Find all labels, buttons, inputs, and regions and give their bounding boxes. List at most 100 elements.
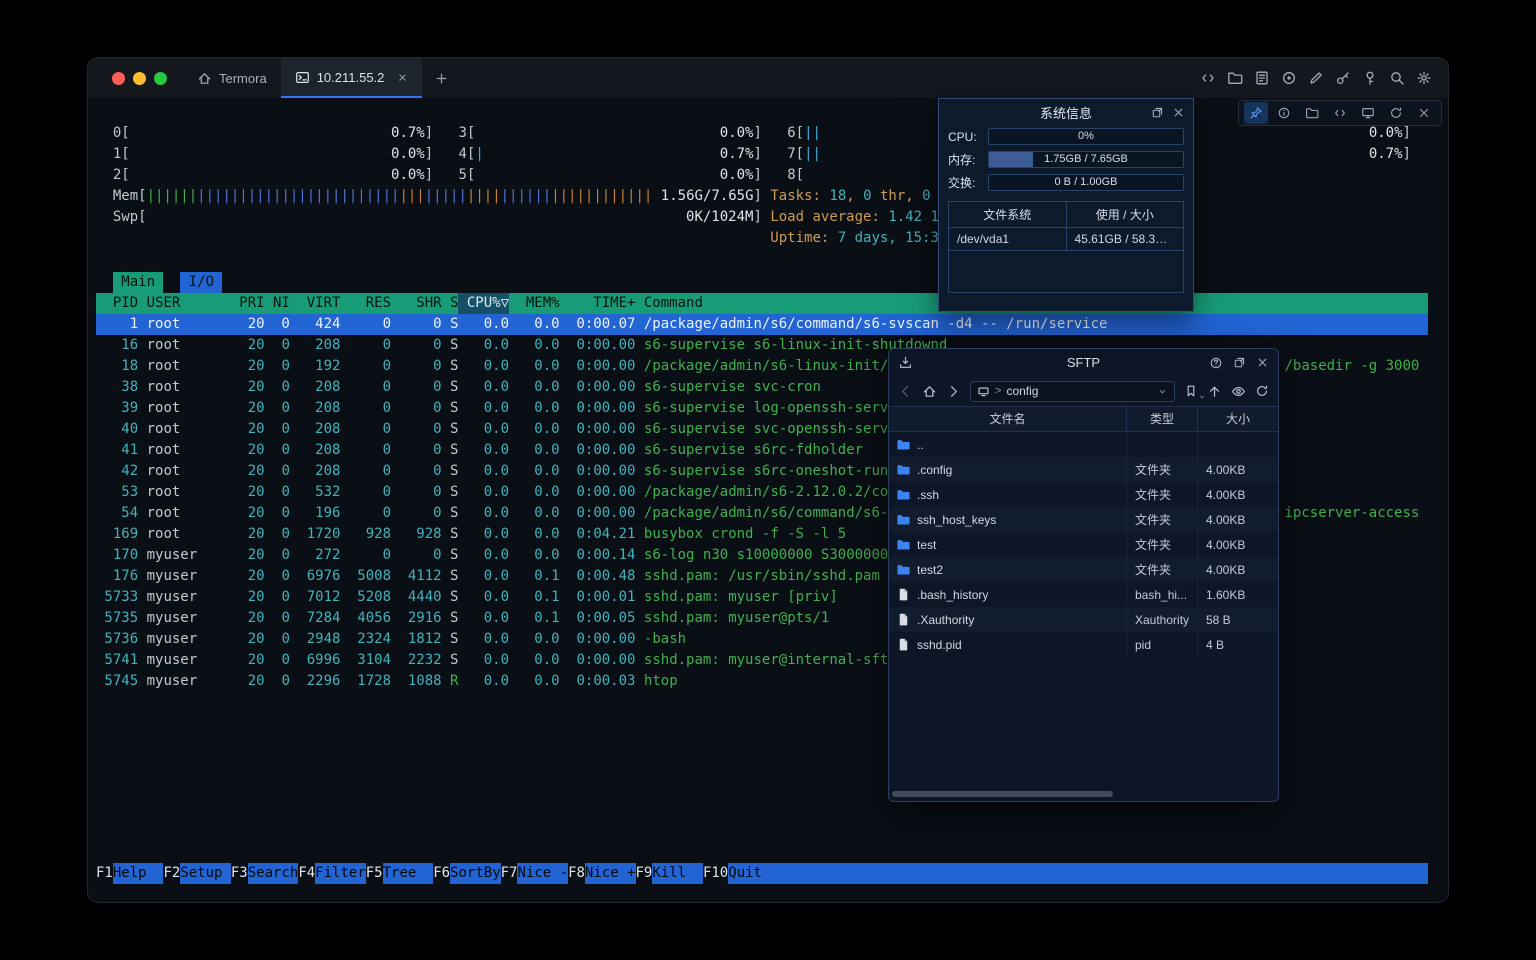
- process-row[interactable]: 5741 myuser 20 0 6996 3104 2232 S 0.0 0.…: [96, 650, 888, 671]
- sftp-row[interactable]: sshd.pidpid4 B: [889, 632, 1278, 657]
- process-row[interactable]: 38 root 20 0 208 0 0 S 0.0 0.0 0:00.00 s…: [96, 377, 821, 398]
- file-type-cell: 文件夹: [1126, 507, 1197, 532]
- file-name: sshd.pid: [917, 638, 962, 652]
- process-row[interactable]: 39 root 20 0 208 0 0 S 0.0 0.0 0:00.00 s…: [96, 398, 888, 419]
- file-list: ...config文件夹4.00KB.ssh文件夹4.00KBssh_host_…: [889, 432, 1278, 657]
- home-icon[interactable]: [922, 384, 937, 399]
- search-icon[interactable]: [1389, 70, 1405, 86]
- swap-meter-line: Swp[ 0K/1024M] Load average: 1.42 1: [96, 207, 939, 228]
- process-row[interactable]: 176 myuser 20 0 6976 5008 4112 S 0.0 0.1…: [96, 566, 888, 587]
- monitor-icon[interactable]: [1356, 102, 1380, 124]
- file-name-cell: ..: [889, 432, 1126, 457]
- function-key-bar[interactable]: F1Help F2Setup F3SearchF4FilterF5Tree F6…: [96, 863, 1428, 884]
- edit-icon[interactable]: [1308, 70, 1324, 86]
- key-icon[interactable]: [1335, 70, 1351, 86]
- folder-icon[interactable]: [1227, 70, 1243, 86]
- column-header-n[interactable]: 文件名: [889, 407, 1126, 431]
- refresh-icon[interactable]: [1255, 384, 1269, 398]
- maximize-window-button[interactable]: [154, 72, 167, 85]
- pin-icon[interactable]: [1244, 102, 1268, 124]
- folder-icon[interactable]: [1300, 102, 1324, 124]
- code-icon[interactable]: [1200, 70, 1216, 86]
- forward-icon[interactable]: [946, 384, 961, 399]
- file-name-cell: .config: [889, 457, 1126, 482]
- path-bar[interactable]: > config: [970, 381, 1175, 402]
- process-row[interactable]: 5735 myuser 20 0 7284 4056 2916 S 0.0 0.…: [96, 608, 829, 629]
- log-icon[interactable]: [1254, 70, 1270, 86]
- tab-close-icon[interactable]: [397, 72, 408, 83]
- metric-progress-bar: 1.75GB / 7.65GB: [988, 151, 1184, 168]
- bookmark-button[interactable]: [1184, 384, 1198, 398]
- process-row[interactable]: 169 root 20 0 1720 928 928 S 0.0 0.0 0:0…: [96, 524, 846, 545]
- sftp-window: SFTP > config 文件名类: [888, 348, 1279, 802]
- caret-down-icon[interactable]: [1157, 386, 1168, 397]
- open-in-window-icon[interactable]: [1151, 106, 1164, 119]
- close-window-button[interactable]: [112, 72, 125, 85]
- new-tab-button[interactable]: [422, 58, 461, 98]
- file-name-cell: sshd.pid: [889, 632, 1126, 657]
- process-row[interactable]: 5745 myuser 20 0 2296 1728 1088 R 0.0 0.…: [96, 671, 678, 692]
- close-icon[interactable]: [1256, 356, 1269, 370]
- horizontal-scrollbar[interactable]: [892, 791, 1113, 797]
- process-row[interactable]: 170 myuser 20 0 272 0 0 S 0.0 0.0 0:00.1…: [96, 545, 888, 566]
- process-row[interactable]: 41 root 20 0 208 0 0 S 0.0 0.0 0:00.00 s…: [96, 440, 863, 461]
- refresh-icon[interactable]: [1384, 102, 1408, 124]
- code-icon[interactable]: [1328, 102, 1352, 124]
- tab-label: Termora: [219, 71, 267, 86]
- metric-row: 交换:0 B / 1.00GB: [939, 171, 1193, 194]
- process-row[interactable]: 1 root 20 0 424 0 0 S 0.0 0.0 0:00.07 /p…: [96, 314, 1428, 335]
- htop-tabs-line[interactable]: Main I/O: [96, 272, 222, 293]
- file-name: .config: [917, 463, 952, 477]
- current-folder-label: config: [1006, 384, 1038, 398]
- process-row[interactable]: 42 root 20 0 208 0 0 S 0.0 0.0 0:00.00 s…: [96, 461, 888, 482]
- info-icon[interactable]: [1272, 102, 1296, 124]
- column-header: 文件系统: [949, 202, 1067, 227]
- sftp-row[interactable]: ..: [889, 432, 1278, 457]
- process-row[interactable]: 53 root 20 0 532 0 0 S 0.0 0.0 0:00.00 /…: [96, 482, 888, 503]
- record-icon[interactable]: [1281, 70, 1297, 86]
- folder-icon: [896, 512, 911, 527]
- process-row[interactable]: 5733 myuser 20 0 7012 5208 4440 S 0.0 0.…: [96, 587, 838, 608]
- sftp-row[interactable]: .bash_historybash_hi...1.60KB: [889, 582, 1278, 607]
- column-header-t[interactable]: 类型: [1126, 407, 1197, 431]
- process-row[interactable]: 16 root 20 0 208 0 0 S 0.0 0.0 0:00.00 s…: [96, 335, 947, 356]
- file-name-cell: .Xauthority: [889, 607, 1126, 632]
- help-icon[interactable]: [1209, 356, 1223, 370]
- sftp-row[interactable]: .ssh文件夹4.00KB: [889, 482, 1278, 507]
- back-icon[interactable]: [898, 384, 913, 399]
- sftp-row[interactable]: .XauthorityXauthority58 B: [889, 607, 1278, 632]
- file-type-cell: 文件夹: [1126, 532, 1197, 557]
- parent-directory-icon[interactable]: [1207, 384, 1222, 399]
- host-icon: [977, 385, 990, 398]
- tab-bar: Termora 10.211.55.2: [183, 58, 422, 98]
- show-hidden-files-icon[interactable]: [1231, 384, 1246, 399]
- process-row[interactable]: 40 root 20 0 208 0 0 S 0.0 0.0 0:00.00 s…: [96, 419, 888, 440]
- settings-icon[interactable]: [1416, 70, 1432, 86]
- tab-termora[interactable]: Termora: [183, 58, 281, 98]
- open-in-window-icon[interactable]: [1233, 356, 1246, 370]
- sftp-row[interactable]: .config文件夹4.00KB: [889, 457, 1278, 482]
- file-name-cell: ssh_host_keys: [889, 507, 1126, 532]
- panel-toolbar: [1238, 100, 1442, 126]
- file-icon: [896, 612, 911, 627]
- file-name: .ssh: [917, 488, 939, 502]
- file-size-cell: 4.00KB: [1197, 457, 1278, 482]
- close-icon[interactable]: [1412, 102, 1436, 124]
- file-table-header[interactable]: 文件名类型大小: [889, 406, 1278, 432]
- sftp-row[interactable]: ssh_host_keys文件夹4.00KB: [889, 507, 1278, 532]
- sftp-row[interactable]: test文件夹4.00KB: [889, 532, 1278, 557]
- file-size-cell: 4.00KB: [1197, 507, 1278, 532]
- tab-10-211-55-2[interactable]: 10.211.55.2: [281, 58, 423, 98]
- file-type-cell: 文件夹: [1126, 482, 1197, 507]
- column-header-s[interactable]: 大小: [1197, 407, 1278, 431]
- minimize-window-button[interactable]: [133, 72, 146, 85]
- keychain-icon[interactable]: [1362, 70, 1378, 86]
- metric-progress-bar: 0%: [988, 128, 1184, 145]
- process-row[interactable]: 5736 myuser 20 0 2948 2324 1812 S 0.0 0.…: [96, 629, 686, 650]
- sftp-row[interactable]: test2文件夹4.00KB: [889, 557, 1278, 582]
- cell: /dev/vda1: [949, 228, 1067, 250]
- close-icon[interactable]: [1172, 106, 1185, 119]
- terminal-icon: [295, 70, 310, 85]
- process-table-header[interactable]: PID USER PRI NI VIRT RES SHR S CPU%▽ MEM…: [96, 293, 1428, 314]
- file-name: .bash_history: [917, 588, 988, 602]
